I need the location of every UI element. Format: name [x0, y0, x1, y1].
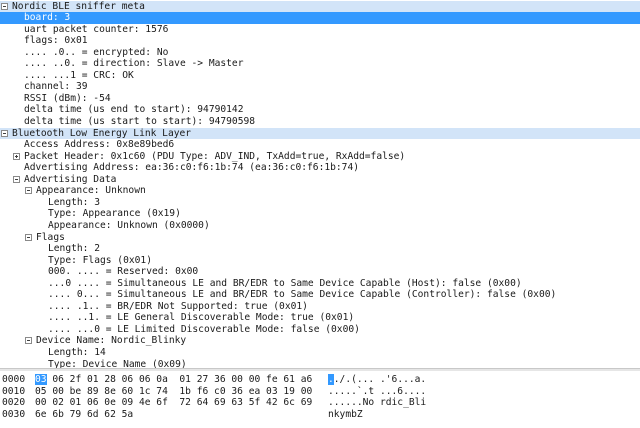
hex-ascii-text: .....`.t ...6....: [328, 385, 427, 397]
collapse-icon[interactable]: [13, 175, 20, 183]
hex-bytes-text: 00 02 01 06 0e 09 4e 6f 72 64 69 63 5f 4…: [35, 397, 313, 409]
tree-row-label: .... ..1. = LE General Discoverable Mode…: [48, 312, 355, 324]
collapse-icon[interactable]: [1, 129, 8, 137]
selected-byte[interactable]: 03: [35, 374, 47, 385]
tree-row-label: .... ...1 = CRC: OK: [24, 69, 134, 81]
tree-row[interactable]: Bluetooth Low Energy Link Layer: [0, 127, 640, 140]
tree-row[interactable]: Nordic BLE sniffer meta: [0, 0, 640, 12]
tree-row-label: Nordic BLE sniffer meta: [12, 0, 145, 12]
tree-row-label: Length: 14: [48, 347, 106, 358]
tree-row[interactable]: Appearance: Unknown: [0, 185, 640, 197]
tree-row-label: Packet Header: 0x1c60 (PDU Type: ADV_IND…: [24, 150, 406, 162]
tree-row[interactable]: Type: Appearance (0x19): [0, 208, 640, 220]
collapse-icon[interactable]: [25, 337, 32, 345]
tree-row[interactable]: .... ...1 = CRC: OK: [0, 70, 640, 82]
tree-row-label: Appearance: Unknown (0x0000): [48, 219, 210, 231]
tree-row-label: ...0 .... = Simultaneous LE and BR/EDR t…: [48, 277, 522, 289]
tree-row-label: channel: 39: [24, 81, 88, 93]
hex-bytes[interactable]: 00 02 01 06 0e 09 4e 6f 72 64 69 63 5f 4…: [35, 397, 312, 409]
hex-bytes[interactable]: 03 06 2f 01 28 06 06 0a 01 27 36 00 00 f…: [35, 374, 312, 386]
tree-row[interactable]: .... ...0 = LE Limited Discoverable Mode…: [0, 324, 640, 336]
tree-row-label: Bluetooth Low Energy Link Layer: [12, 127, 192, 139]
tree-row-label: Advertising Data: [24, 173, 117, 185]
hex-row: 0010 05 00 be 89 8e 60 1c 74 1b f6 c0 36 …: [0, 386, 640, 398]
tree-row-label: Type: Flags (0x01): [48, 254, 152, 266]
hex-bytes-text: 6e 6b 79 6d 62 5a: [35, 408, 134, 420]
hex-bytes-text: 05 00 be 89 8e 60 1c 74 1b f6 c0 36 ea 0…: [35, 385, 313, 397]
tree-row-label: .... 0... = Simultaneous LE and BR/EDR t…: [48, 289, 557, 301]
tree-row-label: board: 3: [24, 12, 71, 24]
hex-offset: 0010: [2, 385, 26, 397]
tree-row[interactable]: ...0 .... = Simultaneous LE and BR/EDR t…: [0, 278, 640, 290]
tree-row-label: .... .1.. = BR/EDR Not Supported: true (…: [48, 300, 308, 312]
tree-row-label: Advertising Address: ea:36:c0:f6:1b:74 (…: [24, 162, 360, 174]
tree-row[interactable]: Length: 3: [0, 197, 640, 209]
tree-row[interactable]: Advertising Address: ea:36:c0:f6:1b:74 (…: [0, 162, 640, 174]
tree-row[interactable]: Appearance: Unknown (0x0000): [0, 220, 640, 232]
tree-row[interactable]: Device Name: Nordic_Blinky: [0, 335, 640, 347]
tree-row[interactable]: .... ..1. = LE General Discoverable Mode…: [0, 312, 640, 324]
hex-offset: 0020: [2, 397, 26, 409]
hex-ascii[interactable]: ......No rdic_Bli: [328, 397, 426, 409]
hex-bytes-text: 06 2f 01 28 06 06 0a 01 27 36 00 00 fe 6…: [46, 374, 313, 385]
hex-ascii-text: ......No rdic_Bli: [328, 397, 427, 409]
tree-row-label: delta time (us start to start): 94790598: [24, 116, 256, 127]
tree-row-label: Appearance: Unknown: [36, 185, 146, 197]
collapse-icon[interactable]: [25, 187, 32, 195]
tree-row[interactable]: board: 3: [0, 12, 640, 24]
tree-row[interactable]: Type: Flags (0x01): [0, 255, 640, 267]
hex-ascii-text: nkymbZ: [328, 408, 363, 420]
tree-row-label: .... ..0. = direction: Slave -> Master: [24, 58, 244, 70]
tree-row-label: .... .0.. = encrypted: No: [24, 46, 169, 58]
tree-row[interactable]: Packet Header: 0x1c60 (PDU Type: ADV_IND…: [0, 151, 640, 163]
tree-row-label: Type: Device Name (0x09): [48, 358, 187, 368]
tree-row[interactable]: .... 0... = Simultaneous LE and BR/EDR t…: [0, 289, 640, 301]
tree-row[interactable]: .... ..0. = direction: Slave -> Master: [0, 58, 640, 70]
hex-ascii[interactable]: ../.(... .'6...a.: [328, 374, 426, 386]
expand-icon[interactable]: [13, 152, 20, 160]
tree-row-label: Flags: [36, 231, 65, 243]
tree-row[interactable]: Access Address: 0x8e89bed6: [0, 139, 640, 151]
hex-row: 0000 03 06 2f 01 28 06 06 0a 01 27 36 00 …: [0, 374, 640, 386]
tree-row[interactable]: 000. .... = Reserved: 0x00: [0, 266, 640, 278]
tree-row[interactable]: delta time (us end to start): 94790142: [0, 104, 640, 116]
hex-bytes[interactable]: 05 00 be 89 8e 60 1c 74 1b f6 c0 36 ea 0…: [35, 386, 312, 398]
tree-row-label: delta time (us end to start): 94790142: [24, 104, 244, 116]
tree-row-label: Device Name: Nordic_Blinky: [36, 335, 187, 347]
tree-row[interactable]: RSSI (dBm): -54: [0, 93, 640, 105]
tree-row-label: Type: Appearance (0x19): [48, 208, 181, 220]
tree-row[interactable]: .... .0.. = encrypted: No: [0, 47, 640, 59]
tree-row[interactable]: .... .1.. = BR/EDR Not Supported: true (…: [0, 301, 640, 313]
tree-row[interactable]: channel: 39: [0, 81, 640, 93]
packet-details-tree: Nordic BLE sniffer meta board: 3 uart pack…: [0, 0, 640, 368]
hex-row: 0020 00 02 01 06 0e 09 4e 6f 72 64 69 63 …: [0, 397, 640, 409]
hex-bytes[interactable]: 6e 6b 79 6d 62 5a: [35, 409, 133, 421]
hex-ascii-text: ./.(... .'6...a.: [333, 374, 427, 385]
tree-row[interactable]: Type: Device Name (0x09): [0, 359, 640, 368]
tree-row-label: 000. .... = Reserved: 0x00: [48, 266, 199, 278]
tree-row-label: RSSI (dBm): -54: [24, 92, 111, 104]
collapse-icon[interactable]: [25, 233, 32, 241]
tree-row[interactable]: Flags: [0, 232, 640, 244]
tree-row[interactable]: Length: 2: [0, 243, 640, 255]
tree-row[interactable]: flags: 0x01: [0, 35, 640, 47]
tree-row[interactable]: uart packet counter: 1576: [0, 24, 640, 36]
tree-row[interactable]: Length: 14: [0, 347, 640, 359]
packet-bytes-pane: 0000 03 06 2f 01 28 06 06 0a 01 27 36 00 …: [0, 371, 640, 428]
hex-offset: 0000: [2, 374, 26, 385]
tree-row[interactable]: delta time (us start to start): 94790598: [0, 116, 640, 128]
hex-row: 0030 6e 6b 79 6d 62 5a nkymbZ: [0, 409, 640, 421]
hex-ascii[interactable]: nkymbZ: [328, 409, 363, 421]
tree-row-label: uart packet counter: 1576: [24, 23, 169, 35]
hex-offset: 0030: [2, 408, 26, 420]
tree-row-label: Length: 3: [48, 196, 100, 208]
hex-ascii[interactable]: .....`.t ...6....: [328, 386, 426, 398]
collapse-icon[interactable]: [1, 2, 8, 10]
tree-row-label: flags: 0x01: [24, 35, 88, 47]
tree-row-label: Access Address: 0x8e89bed6: [24, 139, 175, 151]
tree-row[interactable]: Advertising Data: [0, 174, 640, 186]
tree-row-label: Length: 2: [48, 243, 100, 255]
tree-row-label: .... ...0 = LE Limited Discoverable Mode…: [48, 323, 360, 335]
